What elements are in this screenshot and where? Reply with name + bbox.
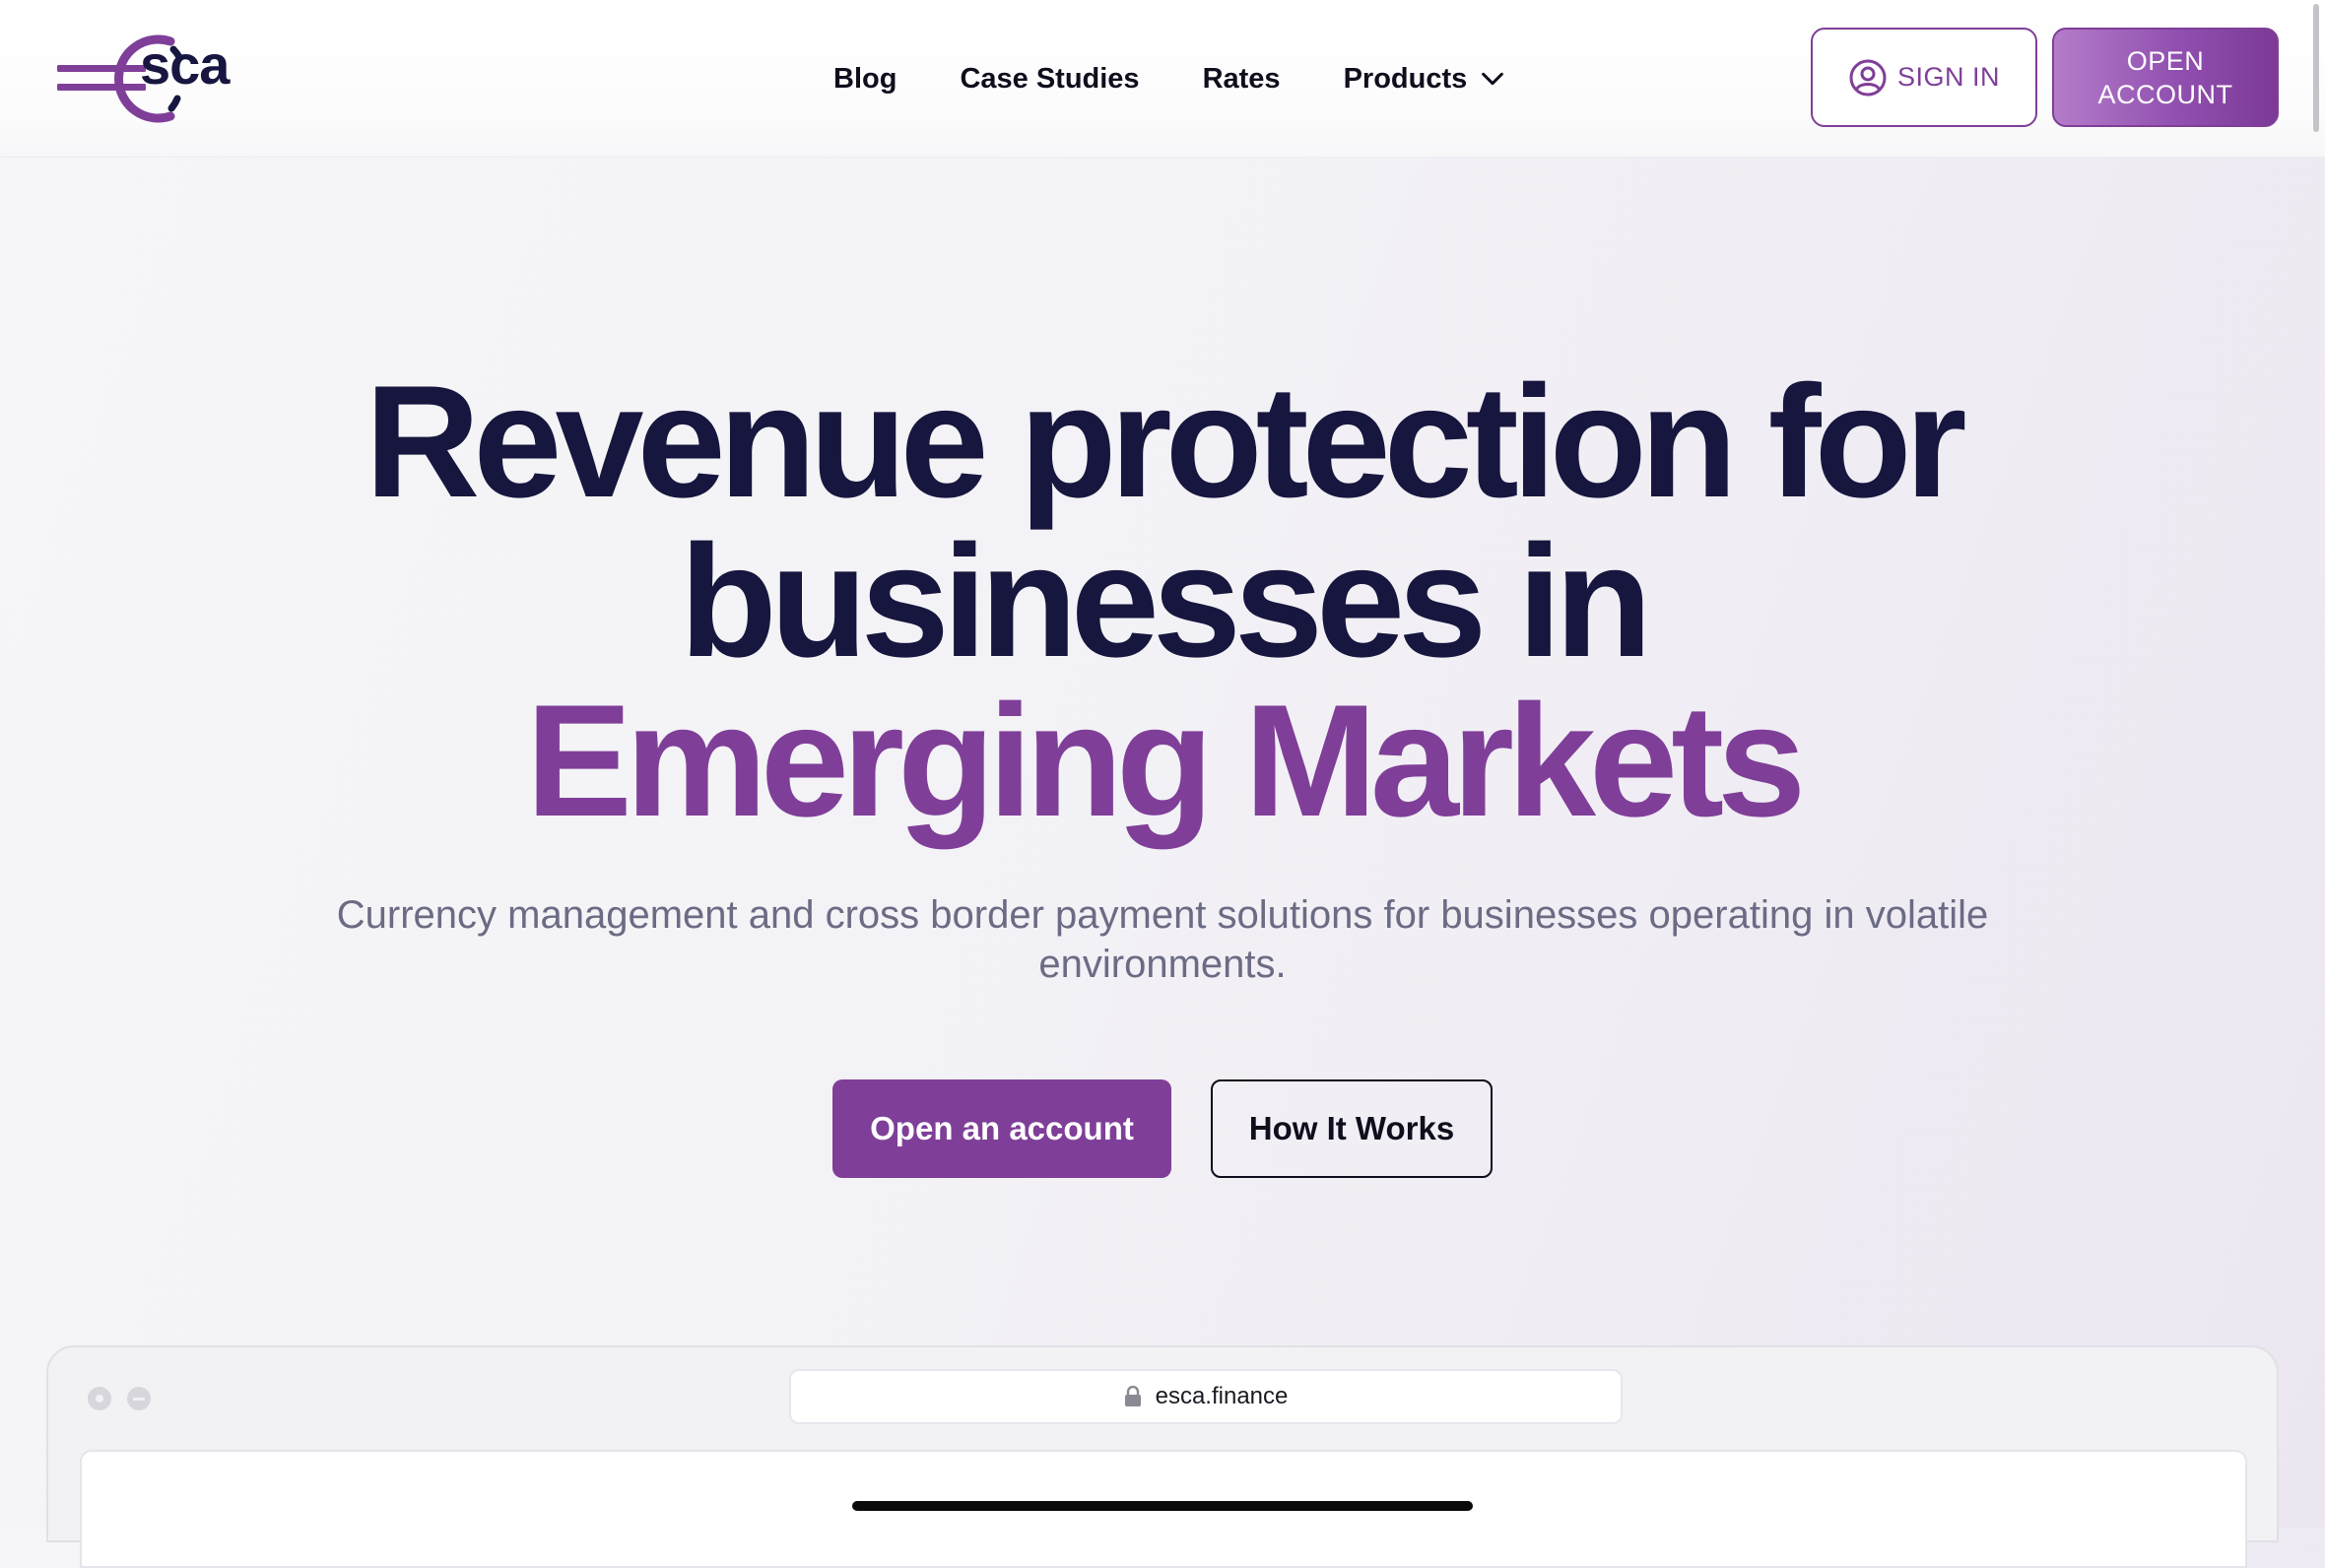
nav-blog[interactable]: Blog (833, 63, 897, 96)
url-bar: esca.finance (789, 1369, 1623, 1424)
logo-wordmark[interactable]: sca (140, 37, 230, 93)
window-close-icon (88, 1387, 111, 1410)
nav-case-studies[interactable]: Case Studies (960, 63, 1139, 96)
chevron-down-icon (1482, 72, 1504, 86)
sign-in-label: SIGN IN (1896, 62, 2000, 92)
hero-subtitle: Currency management and cross border pay… (336, 893, 1989, 986)
nav-rates[interactable]: Rates (1203, 63, 1281, 96)
open-account-button[interactable]: OPEN ACCOUNT (2052, 28, 2279, 127)
open-an-account-button[interactable]: Open an account (832, 1079, 1171, 1178)
hero-title-accent: Emerging Markets (525, 672, 1806, 850)
main-nav: Blog Case Studies Rates Products (833, 59, 1506, 98)
user-circle-icon (1849, 59, 1887, 96)
site-header: sca Blog Case Studies Rates Products SIG… (0, 0, 2325, 158)
hero-title: Revenue protection for businesses in Eme… (0, 362, 2325, 841)
hero-title-line-1: Revenue protection for (365, 353, 1966, 531)
browser-mockup: esca.finance (46, 1345, 2279, 1568)
url-text: esca.finance (1155, 1383, 1289, 1409)
page-scrollbar[interactable] (2313, 4, 2319, 132)
hero-title-line-2: businesses in (679, 512, 1652, 690)
home-indicator[interactable] (852, 1501, 1473, 1511)
lock-icon (1124, 1386, 1141, 1406)
nav-products-label: Products (1343, 62, 1468, 95)
window-minimize-icon (127, 1387, 151, 1410)
sign-in-button[interactable]: SIGN IN (1811, 28, 2037, 127)
nav-products[interactable]: Products (1344, 63, 1507, 96)
how-it-works-button[interactable]: How It Works (1211, 1079, 1493, 1178)
